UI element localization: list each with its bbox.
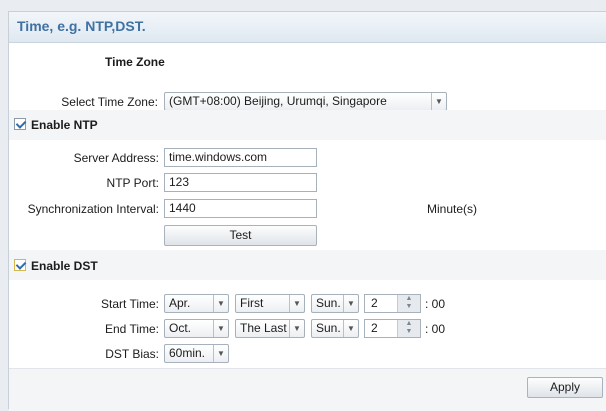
up-down-arrows-icon[interactable]: ▲ ▼ [397,320,420,337]
chevron-down-icon[interactable]: ▼ [289,320,304,337]
end-month-value: Oct. [169,321,192,335]
end-day-select[interactable]: Sun. ▼ [311,319,359,338]
enable-ntp-label: Enable NTP [31,118,98,132]
sync-interval-label: Synchronization Interval: [27,202,159,216]
chevron-down-icon[interactable]: ▼ [213,320,228,337]
dst-bias-value: 60min. [169,346,206,360]
start-hour-spinner[interactable]: 2 ▲ ▼ [364,294,421,313]
dst-section-band [9,250,606,280]
enable-dst-label: Enable DST [31,259,98,273]
chevron-down-icon[interactable]: ▼ [213,295,228,312]
time-settings-panel: Time, e.g. NTP,DST. Time Zone Select Tim… [8,11,606,411]
start-day-value: Sun. [316,296,341,310]
chevron-down-icon[interactable]: ▼ [431,93,446,110]
time-zone-section-title: Time Zone [105,55,165,69]
start-week-value: First [240,296,264,310]
start-minutes: : 00 [425,297,446,311]
chevron-down-icon[interactable]: ▼ [213,345,228,362]
server-address-input[interactable]: time.windows.com [164,148,317,167]
chevron-down-icon[interactable]: ▼ [289,295,304,312]
start-month-value: Apr. [169,296,191,310]
start-day-select[interactable]: Sun. ▼ [311,294,359,313]
footer-band [9,368,606,411]
ntp-section-band [9,110,606,140]
panel-header: Time, e.g. NTP,DST. [9,12,606,43]
enable-ntp-checkbox[interactable] [14,118,26,130]
enable-dst-checkbox[interactable] [14,259,26,271]
start-time-label: Start Time: [100,297,159,311]
start-week-select[interactable]: First ▼ [235,294,305,313]
dst-bias-label: DST Bias: [105,347,159,361]
server-address-label: Server Address: [73,151,159,165]
sync-interval-input[interactable]: 1440 [164,199,317,218]
end-day-value: Sun. [316,321,341,335]
up-down-arrows-icon[interactable]: ▲ ▼ [397,295,420,312]
end-time-label: End Time: [104,322,159,336]
sync-interval-unit: Minute(s) [427,202,478,216]
end-week-select[interactable]: The Last ▼ [235,319,305,338]
ntp-port-label: NTP Port: [106,176,159,190]
page-title: Time, e.g. NTP,DST. [17,18,146,34]
start-month-select[interactable]: Apr. ▼ [164,294,229,313]
chevron-down-icon[interactable]: ▼ [343,295,358,312]
end-month-select[interactable]: Oct. ▼ [164,319,229,338]
chevron-down-icon[interactable]: ▼ [343,320,358,337]
end-hour-value: 2 [371,321,378,335]
end-week-value: The Last [240,321,287,335]
ntp-port-input[interactable]: 123 [164,173,317,192]
test-button[interactable]: Test [164,225,317,246]
select-time-zone-label: Select Time Zone: [61,95,158,109]
time-zone-select[interactable]: (GMT+08:00) Beijing, Urumqi, Singapore ▼ [164,92,447,111]
time-zone-select-value: (GMT+08:00) Beijing, Urumqi, Singapore [169,94,387,108]
end-minutes: : 00 [425,322,446,336]
end-hour-spinner[interactable]: 2 ▲ ▼ [364,319,421,338]
apply-button[interactable]: Apply [527,377,603,398]
start-hour-value: 2 [371,296,378,310]
dst-bias-select[interactable]: 60min. ▼ [164,344,229,363]
